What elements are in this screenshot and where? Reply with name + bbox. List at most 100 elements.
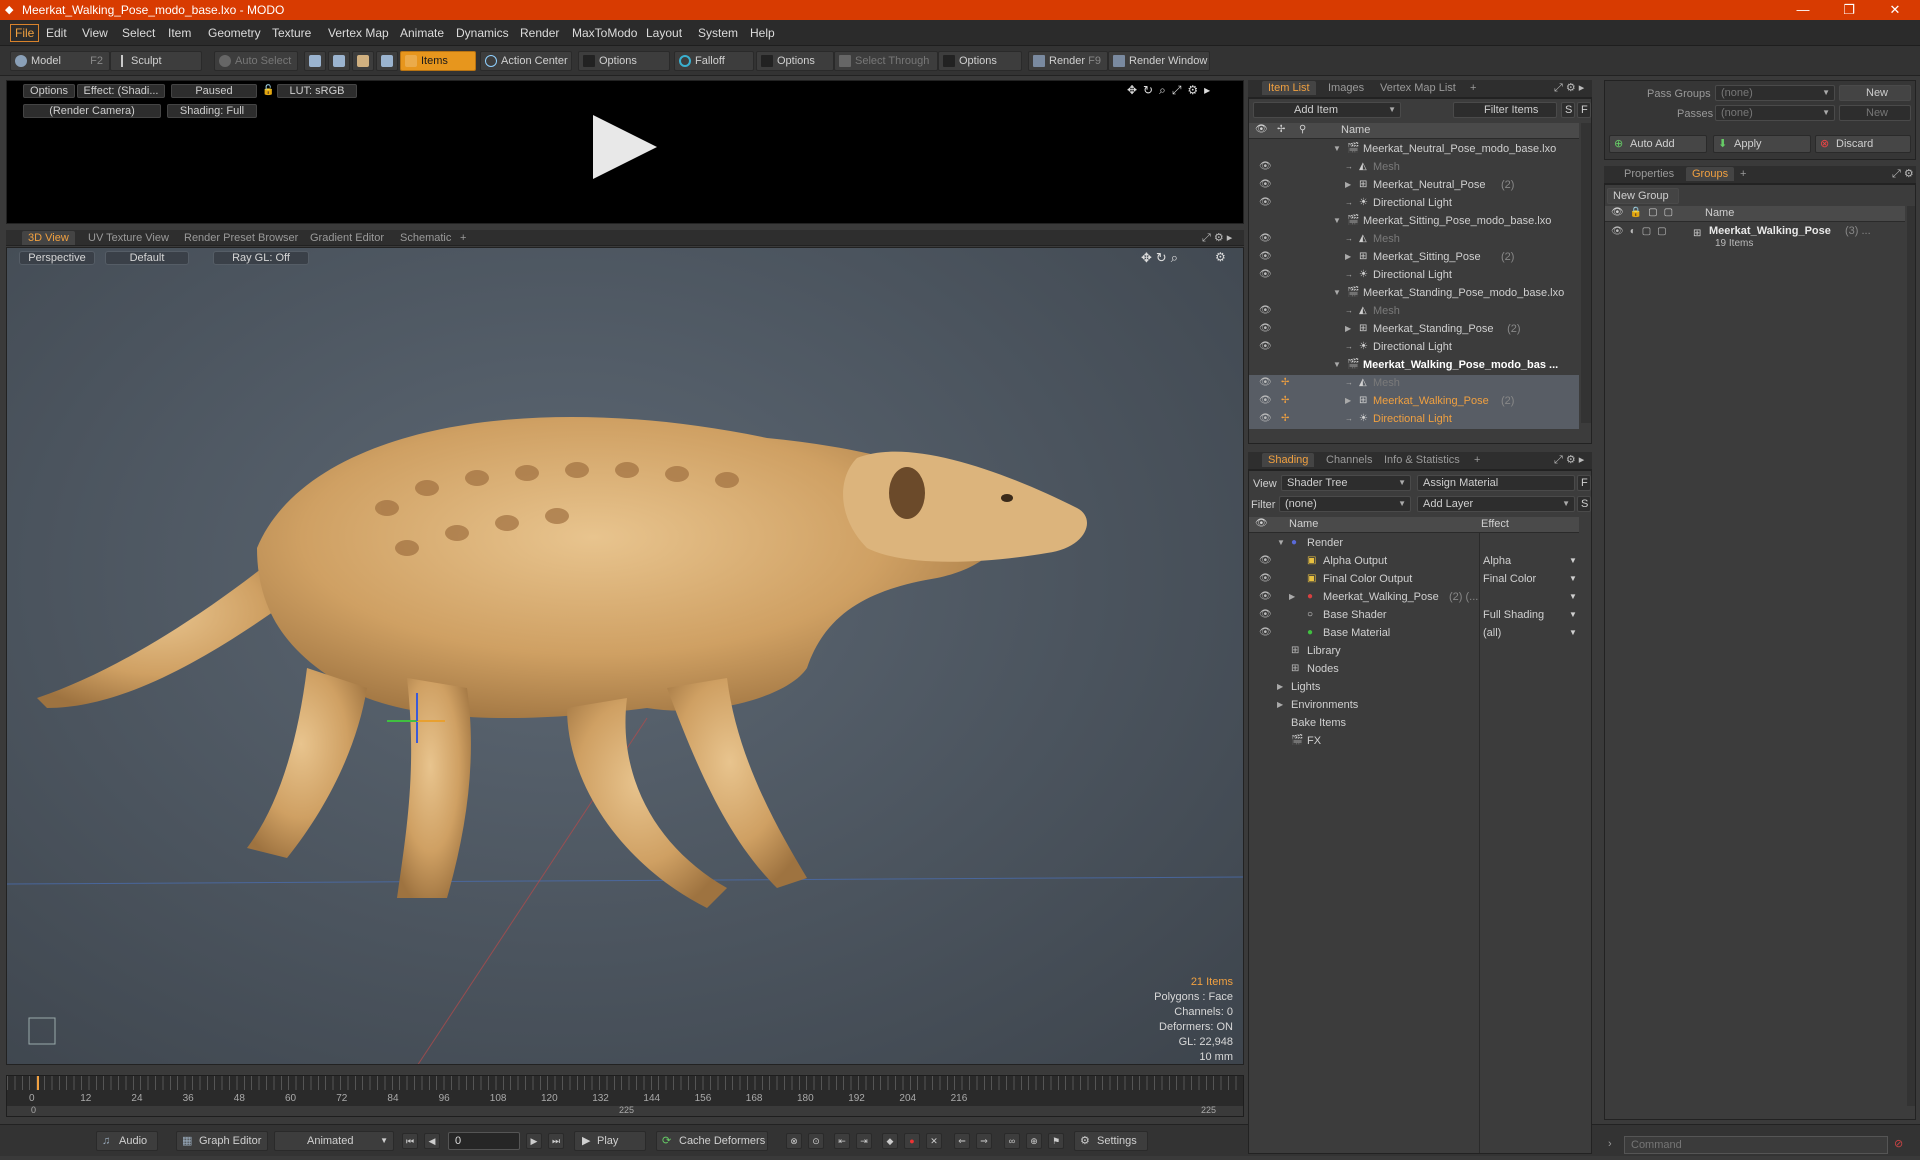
render-window-button[interactable]: Render Window bbox=[1108, 51, 1210, 71]
add-layer-dropdown[interactable]: Add Layer ▼ bbox=[1417, 496, 1575, 512]
shading-s-button[interactable]: S bbox=[1577, 496, 1591, 512]
item-row[interactable]: 👁 ▶ ⊞ Meerkat_Neutral_Pose (2) bbox=[1249, 177, 1579, 195]
shader-row[interactable]: ▶ Environments bbox=[1249, 697, 1579, 715]
menu-render[interactable]: Render bbox=[516, 25, 563, 41]
shader-row[interactable]: ▶ Lights bbox=[1249, 679, 1579, 697]
itemlist-s-button[interactable]: S bbox=[1561, 102, 1575, 118]
menu-maxtomodo[interactable]: MaxToModo bbox=[568, 25, 641, 41]
visibility-icon[interactable]: 👁 bbox=[1259, 377, 1272, 388]
expand-icon[interactable]: ▶ bbox=[1345, 324, 1351, 333]
cache-deformers-button[interactable]: ⟳ Cache Deformers bbox=[656, 1131, 768, 1151]
materials-select-button[interactable] bbox=[376, 51, 398, 71]
chevron-down-icon[interactable]: ▼ bbox=[1569, 574, 1577, 583]
tab-properties[interactable]: Properties bbox=[1618, 167, 1680, 181]
item-row[interactable]: ▼ 🎬 Meerkat_Neutral_Pose_modo_base.lxo bbox=[1249, 141, 1579, 159]
item-row[interactable]: 👁 → ◭ Mesh bbox=[1249, 231, 1579, 249]
sculpt-mode-button[interactable]: Sculpt bbox=[110, 51, 202, 71]
visibility-icon[interactable]: 👁 bbox=[1259, 233, 1272, 244]
collapse-icon[interactable]: ▼ bbox=[1333, 144, 1341, 153]
discard-button[interactable]: ⊗ Discard bbox=[1815, 135, 1911, 153]
itemlist-panel-icons[interactable]: ⤢ ⚙ ▸ bbox=[1554, 81, 1584, 95]
item-row[interactable]: 👁 → ☀ Directional Light bbox=[1249, 339, 1579, 357]
tab-item-list[interactable]: Item List bbox=[1262, 81, 1316, 95]
chevron-down-icon[interactable]: ▼ bbox=[1569, 592, 1577, 601]
key-set-icon[interactable]: ◆ bbox=[882, 1133, 898, 1149]
child-arrow-icon[interactable]: → bbox=[1345, 414, 1353, 423]
item-row[interactable]: 👁 ▶ ⊞ Meerkat_Standing_Pose (2) bbox=[1249, 321, 1579, 339]
tab-images[interactable]: Images bbox=[1322, 81, 1370, 95]
shader-row-effect[interactable]: Full Shading bbox=[1483, 609, 1544, 621]
itemlist-scrollbar[interactable] bbox=[1581, 123, 1591, 423]
shader-row[interactable]: 👁 ▣ Alpha Output Alpha ▼ bbox=[1249, 553, 1579, 571]
expand-icon[interactable]: ▶ bbox=[1277, 700, 1283, 709]
groups-scrollbar[interactable] bbox=[1907, 206, 1915, 1106]
visibility-icon[interactable]: 👁 bbox=[1259, 573, 1272, 584]
shader-row[interactable]: 👁 ○ Base Shader Full Shading ▼ bbox=[1249, 607, 1579, 625]
chevron-down-icon[interactable]: ▼ bbox=[1569, 610, 1577, 619]
expand-icon[interactable]: ▶ bbox=[1345, 396, 1351, 405]
viewport-3d[interactable]: Perspective Default Ray GL: Off ✥↻⌕ ⚙ 21… bbox=[6, 247, 1244, 1065]
shader-row[interactable]: ▼ ● Render bbox=[1249, 535, 1579, 553]
tab-vertex-map-list[interactable]: Vertex Map List bbox=[1374, 81, 1462, 95]
item-row[interactable]: 👁 ✢ → ◭ Mesh bbox=[1249, 375, 1579, 393]
visibility-icon[interactable]: 👁 bbox=[1259, 341, 1272, 352]
item-row[interactable]: 👁 ✢ → ☀ Directional Light bbox=[1249, 411, 1579, 429]
shader-row[interactable]: 🎬 FX bbox=[1249, 733, 1579, 751]
key-filter-icon[interactable]: ⊙ bbox=[808, 1133, 824, 1149]
add-tab-button[interactable]: + bbox=[454, 231, 472, 245]
visibility-icon[interactable]: 👁 bbox=[1259, 323, 1272, 334]
new-pass-button[interactable]: New bbox=[1839, 105, 1911, 121]
shader-row-effect[interactable]: (all) bbox=[1483, 627, 1501, 639]
visibility-icon[interactable]: 👁 bbox=[1259, 197, 1272, 208]
group-row-icons[interactable]: 👁◐▢▢ bbox=[1611, 226, 1673, 237]
visibility-icon[interactable]: 👁 bbox=[1259, 555, 1272, 566]
menu-vertex-map[interactable]: Vertex Map bbox=[324, 25, 393, 41]
action-center-options-button[interactable]: Options bbox=[578, 51, 670, 71]
tab-channels[interactable]: Channels bbox=[1320, 453, 1378, 467]
filter-items-input[interactable]: Filter Items bbox=[1453, 102, 1557, 118]
shader-row[interactable]: 👁 ▶ ● Meerkat_Walking_Pose (2) (... ▼ bbox=[1249, 589, 1579, 607]
selection-lock-icon[interactable]: ✢ bbox=[1281, 395, 1289, 406]
item-row[interactable]: 👁 → ☀ Directional Light bbox=[1249, 267, 1579, 285]
timeline-ruler[interactable] bbox=[7, 1076, 1243, 1090]
new-pass-group-button[interactable]: New bbox=[1839, 85, 1911, 101]
next-key-icon[interactable]: ▶ bbox=[526, 1133, 542, 1149]
groups-panel-icons[interactable]: ⤢ ⚙ bbox=[1892, 167, 1914, 181]
preview-paused-button[interactable]: Paused bbox=[171, 84, 257, 98]
menu-geometry[interactable]: Geometry bbox=[204, 25, 265, 41]
minimize-icon[interactable]: — bbox=[1780, 0, 1826, 20]
menu-edit[interactable]: Edit bbox=[42, 25, 71, 41]
item-row[interactable]: ▼ 🎬 Meerkat_Sitting_Pose_modo_base.lxo bbox=[1249, 213, 1579, 231]
shading-filter-dropdown[interactable]: (none) ▼ bbox=[1279, 496, 1411, 512]
edges-select-button[interactable] bbox=[328, 51, 350, 71]
shader-row[interactable]: 👁 ▣ Final Color Output Final Color ▼ bbox=[1249, 571, 1579, 589]
visibility-icon[interactable]: 👁 bbox=[1259, 591, 1272, 602]
menu-item[interactable]: Item bbox=[164, 25, 195, 41]
frame-input[interactable]: 0 bbox=[448, 1132, 520, 1150]
child-arrow-icon[interactable]: → bbox=[1345, 306, 1353, 315]
render-button[interactable]: Render F9 bbox=[1028, 51, 1108, 71]
play-preview-icon[interactable] bbox=[593, 115, 657, 179]
item-row[interactable]: 👁 ✢ ▶ ⊞ Meerkat_Walking_Pose (2) bbox=[1249, 393, 1579, 411]
vertices-select-button[interactable] bbox=[304, 51, 326, 71]
itemlist-f-button[interactable]: F bbox=[1577, 102, 1591, 118]
snap-icon[interactable]: ⊕ bbox=[1026, 1133, 1042, 1149]
passes-dropdown[interactable]: (none) ▼ bbox=[1715, 105, 1835, 121]
item-row[interactable]: 👁 → ☀ Directional Light bbox=[1249, 195, 1579, 213]
pass-groups-dropdown[interactable]: (none) ▼ bbox=[1715, 85, 1835, 101]
add-tab-button[interactable]: + bbox=[1464, 81, 1482, 95]
shader-row-effect[interactable]: Alpha bbox=[1483, 555, 1511, 567]
add-tab-button[interactable]: + bbox=[1468, 453, 1486, 467]
timeline-playhead[interactable] bbox=[37, 1076, 39, 1090]
child-arrow-icon[interactable]: → bbox=[1345, 342, 1353, 351]
preview-nav-icons[interactable]: ✥↻⌕⤢⚙▸ bbox=[1127, 83, 1216, 98]
markers-icon[interactable]: ⚑ bbox=[1048, 1133, 1064, 1149]
tab-3d-view[interactable]: 3D View bbox=[22, 231, 75, 245]
key-next-icon[interactable]: ⇥ bbox=[856, 1133, 872, 1149]
menu-file[interactable]: File bbox=[10, 24, 40, 42]
audio-button[interactable]: ♫ Audio bbox=[96, 1131, 158, 1151]
auto-add-button[interactable]: ⊕ Auto Add bbox=[1609, 135, 1707, 153]
polygons-select-button[interactable] bbox=[352, 51, 374, 71]
collapse-icon[interactable]: ▼ bbox=[1333, 216, 1341, 225]
lock-icon[interactable]: 🔓 bbox=[262, 85, 274, 96]
